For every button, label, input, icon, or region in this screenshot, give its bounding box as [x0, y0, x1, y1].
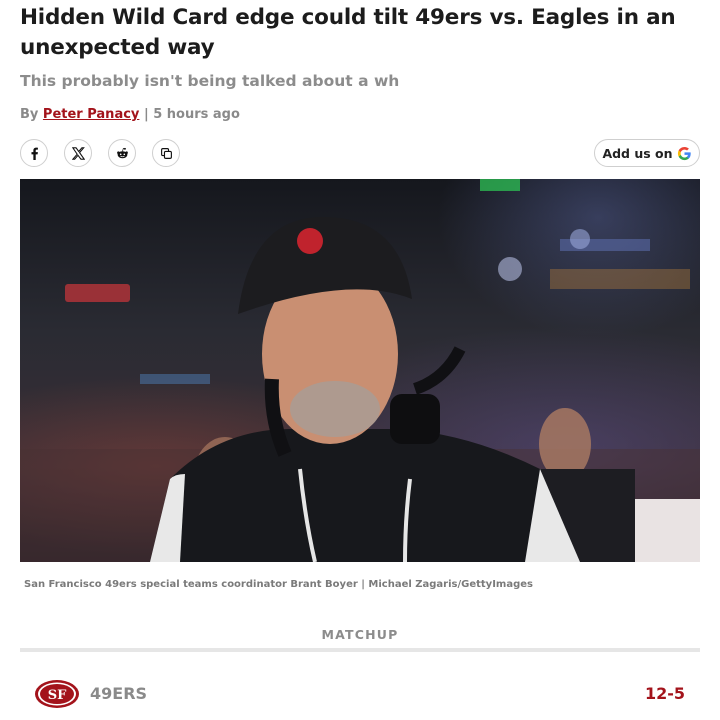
- share-facebook-button[interactable]: [20, 139, 48, 167]
- article-headline: Hidden Wild Card edge could tilt 49ers v…: [20, 5, 676, 60]
- add-us-label: Add us on: [602, 145, 673, 161]
- matchup-heading: MATCHUP: [321, 627, 399, 642]
- copy-link-icon: [160, 147, 172, 159]
- byline-prefix: By: [20, 107, 39, 122]
- x-icon: [71, 146, 85, 160]
- matchup-divider: [20, 648, 700, 652]
- team-logo-text: SF: [48, 688, 67, 703]
- copy-link-button[interactable]: [152, 139, 180, 167]
- team-record: 12-5: [644, 684, 685, 703]
- author-link[interactable]: Peter Panacy: [43, 107, 139, 122]
- add-us-on-google-button[interactable]: Add us on: [594, 139, 700, 167]
- image-caption: San Francisco 49ers special teams coordi…: [24, 579, 533, 590]
- byline: By Peter Panacy | 5 hours ago: [20, 107, 240, 122]
- publish-time: 5 hours ago: [153, 107, 240, 122]
- reddit-icon: [116, 147, 128, 158]
- 49ers-logo-icon: SF: [35, 680, 79, 708]
- byline-separator: |: [143, 107, 149, 122]
- share-reddit-button[interactable]: [108, 139, 136, 167]
- share-x-button[interactable]: [64, 139, 92, 167]
- matchup-team-row[interactable]: SF 49ERS 12-5: [20, 676, 700, 712]
- article-subheadline: This probably isn't being talked about a…: [20, 72, 400, 90]
- article-hero-image: [20, 179, 700, 562]
- facebook-icon: [30, 147, 38, 160]
- team-name: 49ERS: [90, 684, 148, 703]
- share-buttons: [20, 139, 180, 167]
- google-icon: [677, 146, 692, 161]
